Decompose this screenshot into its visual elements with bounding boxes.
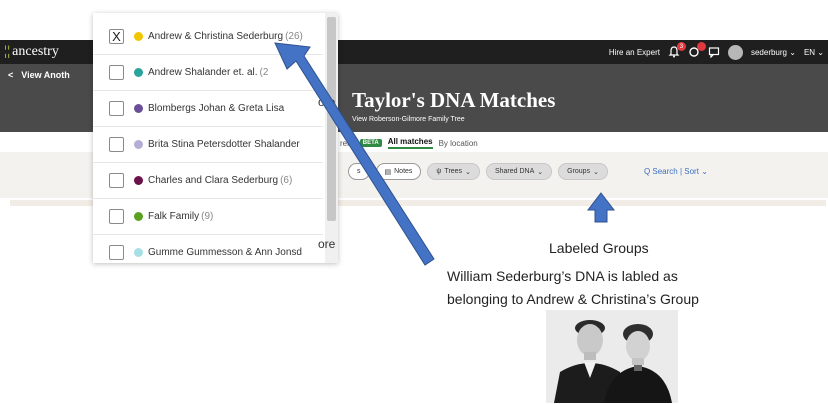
up-arrow [586,192,616,223]
annotation-arrows [274,42,616,266]
annotation-caption: William Sederburg’s DNA is labled as bel… [447,265,699,311]
labeled-groups-caption: Labeled Groups [549,240,649,256]
couple-photograph [546,310,678,403]
caption-line: William Sederburg’s DNA is labled as [447,268,678,284]
couple-photo-image [546,310,678,403]
caption-line: belonging to Andrew & Christina’s Group [447,291,699,307]
diagonal-arrow [274,42,435,266]
